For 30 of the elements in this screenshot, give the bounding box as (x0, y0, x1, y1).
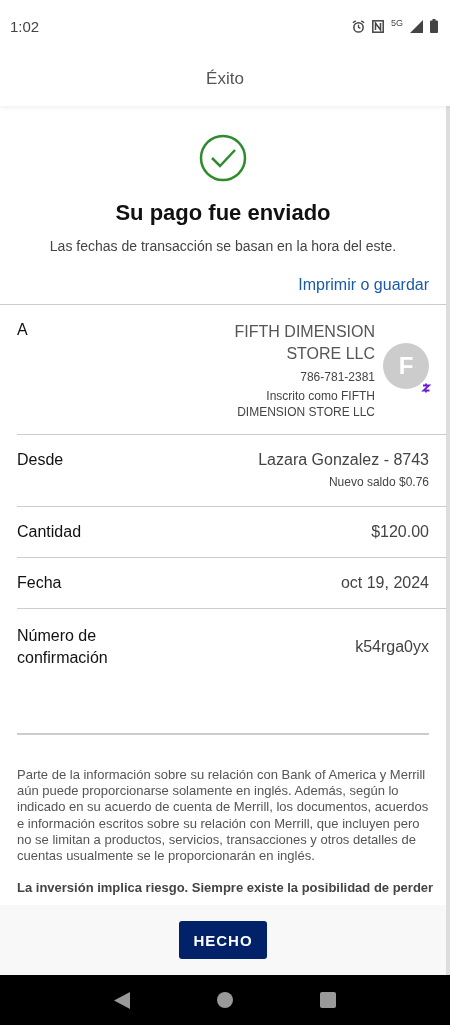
row-label: Cantidad (17, 523, 82, 541)
disclaimer-text: Parte de la información sobre su relación con Bank of America y Merrill aún puede proporcionarse solamente en inglés. Además, según lo indicado en su acuerdo de cuenta de Merrill, los documentos, acuerdos e información escritos sobre su relación con Merrill, que incluyen pero no se limitan a productos, servicios, transacciones y otros detalles de cuentas usualmente se le proporcionarán en inglés. (17, 767, 429, 865)
battery-icon (430, 19, 438, 33)
back-icon[interactable] (113, 991, 130, 1009)
recents-icon[interactable] (320, 992, 337, 1008)
row-value: $120.00 (371, 523, 429, 541)
signal-icon (410, 19, 423, 33)
print-save-link[interactable]: Imprimir o guardar (298, 276, 429, 294)
row-value: Lazara Gonzalez - 8743 (258, 451, 429, 469)
nfc-icon (372, 19, 384, 33)
alarm-icon (352, 19, 365, 33)
home-icon[interactable] (217, 992, 233, 1008)
status-time: 1:02 (10, 17, 40, 35)
header-title: Éxito (0, 52, 450, 106)
done-button[interactable]: HECHO (179, 921, 267, 959)
network-type: 5G (391, 18, 403, 28)
recipient-phone: 786-781-2381 (300, 369, 375, 385)
recipient-name: FIFTH DIMENSION STORE LLC (233, 322, 375, 364)
zelle-icon (419, 381, 433, 395)
timezone-note: Las fechas de transacción se basan en la hora del este. (49, 238, 397, 254)
row-label: Número de confirmación (17, 626, 109, 668)
row-value: oct 19, 2024 (340, 574, 429, 592)
row-label: Desde (17, 451, 64, 469)
row-label: A (17, 321, 28, 340)
new-balance-note: Nuevo saldo $0.76 (328, 474, 429, 490)
success-check-icon (199, 134, 247, 182)
row-value: k54rga0yx (355, 638, 429, 656)
row-label: Fecha (17, 574, 62, 592)
success-title: Su pago fue enviado (115, 200, 331, 226)
enrolled-as-text: Inscrito como FIFTH DIMENSION STORE LLC (236, 388, 375, 420)
